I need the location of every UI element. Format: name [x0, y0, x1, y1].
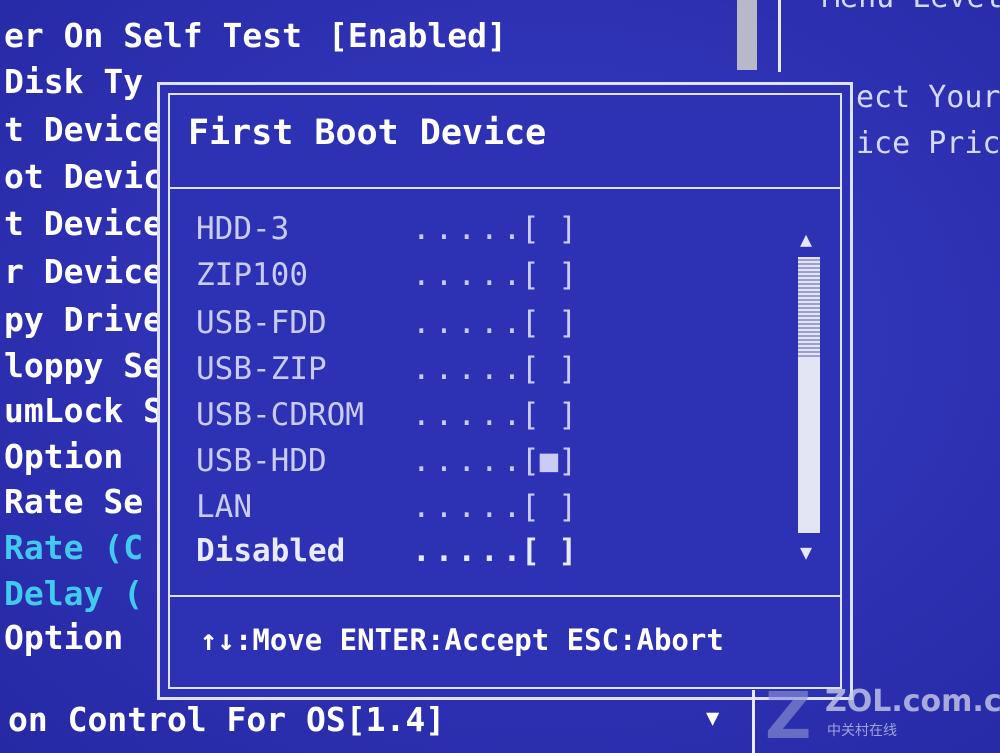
setting-typematic-delay: Delay (: [4, 574, 143, 613]
dialog-footer-keys: ↑↓:Move ENTER:Accept ESC:Abort: [200, 623, 724, 657]
setting-other-device[interactable]: r Device: [4, 252, 163, 291]
option-checkbox: [ ]: [521, 397, 577, 433]
setting-label: Rate (C: [4, 528, 144, 567]
setting-label: Option: [4, 437, 124, 476]
setting-option-b[interactable]: Option: [4, 618, 123, 657]
scrollbar-track-pattern: [798, 257, 820, 357]
option-checkbox: [ ]: [521, 257, 577, 293]
option-dots: .....: [412, 397, 526, 433]
option-name: LAN: [196, 489, 252, 525]
setting-os-control[interactable]: on Control For OS[1.4]: [8, 700, 445, 739]
bottom-panel-divider: [752, 690, 755, 753]
option-checkbox-selected: [■]: [521, 443, 577, 479]
option-name: USB-HDD: [196, 443, 327, 479]
dialog-inner-border: [168, 93, 842, 689]
top-scrollbar-thumb[interactable]: [737, 0, 757, 70]
help-line-1: ect Your: [856, 80, 1000, 115]
setting-label: Option: [4, 618, 124, 657]
option-checkbox: [ ]: [521, 351, 577, 387]
setting-label: r Device: [4, 252, 163, 291]
option-name: USB-ZIP: [196, 351, 327, 387]
dialog-scrollbar[interactable]: [798, 257, 820, 533]
option-checkbox: [ ]: [521, 489, 577, 525]
setting-rate-select[interactable]: Rate Se: [4, 482, 143, 521]
option-name: ZIP100: [196, 257, 308, 293]
setting-floppy-seek[interactable]: loppy Se: [4, 346, 163, 385]
option-dots: .....: [412, 257, 526, 293]
first-boot-device-dialog: First Boot Device HDD-3 ..... [ ] ZIP100…: [157, 82, 853, 700]
setting-numlock[interactable]: umLock S: [4, 391, 163, 430]
setting-disk-type[interactable]: Disk Ty: [4, 62, 143, 101]
panel-divider: [778, 0, 781, 72]
setting-boot-device-2[interactable]: ot Devic: [4, 157, 163, 196]
zol-logo-icon: Z: [765, 680, 812, 753]
scroll-down-arrow-icon[interactable]: ▼: [800, 540, 812, 564]
watermark-subtext: 中关村在线: [827, 723, 897, 739]
setting-label: umLock S: [4, 391, 163, 430]
option-dots: .....: [412, 305, 526, 341]
option-checkbox: [ ]: [521, 211, 577, 247]
option-dots: .....: [412, 443, 526, 479]
scroll-down-arrow-icon[interactable]: ▼: [706, 706, 719, 731]
setting-label: py Drive: [4, 300, 163, 339]
help-menu-level: Menu Level: [822, 0, 1000, 15]
setting-label: Rate Se: [4, 482, 144, 521]
setting-boot-device-3[interactable]: t Device: [4, 204, 163, 243]
bios-screen: er On Self Test [Enabled] Disk Ty t Devic…: [0, 0, 1000, 753]
option-dots: .....: [412, 489, 526, 525]
option-name: USB-CDROM: [196, 397, 364, 433]
option-name: Disabled: [196, 533, 346, 569]
setting-value-enabled: [Enabled]: [328, 16, 507, 55]
option-dots: .....: [412, 211, 526, 247]
option-name: USB-FDD: [196, 305, 327, 341]
dialog-footer-separator: [170, 595, 840, 597]
option-checkbox: [ ]: [521, 305, 577, 341]
setting-label: t Device: [4, 110, 163, 149]
setting-typematic-rate: Rate (C: [4, 528, 143, 567]
dialog-title: First Boot Device: [188, 113, 547, 153]
setting-label: Delay (: [4, 574, 144, 613]
setting-option-a[interactable]: Option: [4, 437, 123, 476]
setting-label: t Device: [4, 204, 163, 243]
option-dots: .....: [412, 533, 526, 569]
scroll-up-arrow-icon[interactable]: ▲: [800, 227, 812, 251]
option-name: HDD-3: [196, 211, 290, 247]
zol-watermark: Z ZOL.com.cn 中关村在线: [765, 680, 1000, 753]
help-line-2: ice Pric: [856, 126, 1000, 161]
setting-label: loppy Se: [4, 346, 163, 385]
setting-label: er On Self Test: [4, 16, 303, 55]
dialog-title-separator: [170, 187, 840, 189]
setting-floppy-drive[interactable]: py Drive: [4, 300, 163, 339]
setting-power-on-self-test[interactable]: er On Self Test [Enabled]: [4, 16, 507, 55]
option-dots: .....: [412, 351, 526, 387]
setting-boot-device-1[interactable]: t Device: [4, 110, 163, 149]
watermark-text: ZOL.com.cn: [825, 684, 1000, 719]
setting-label: Disk Ty: [4, 62, 144, 101]
option-checkbox: [ ]: [521, 533, 577, 569]
setting-label: ot Devic: [4, 157, 163, 196]
